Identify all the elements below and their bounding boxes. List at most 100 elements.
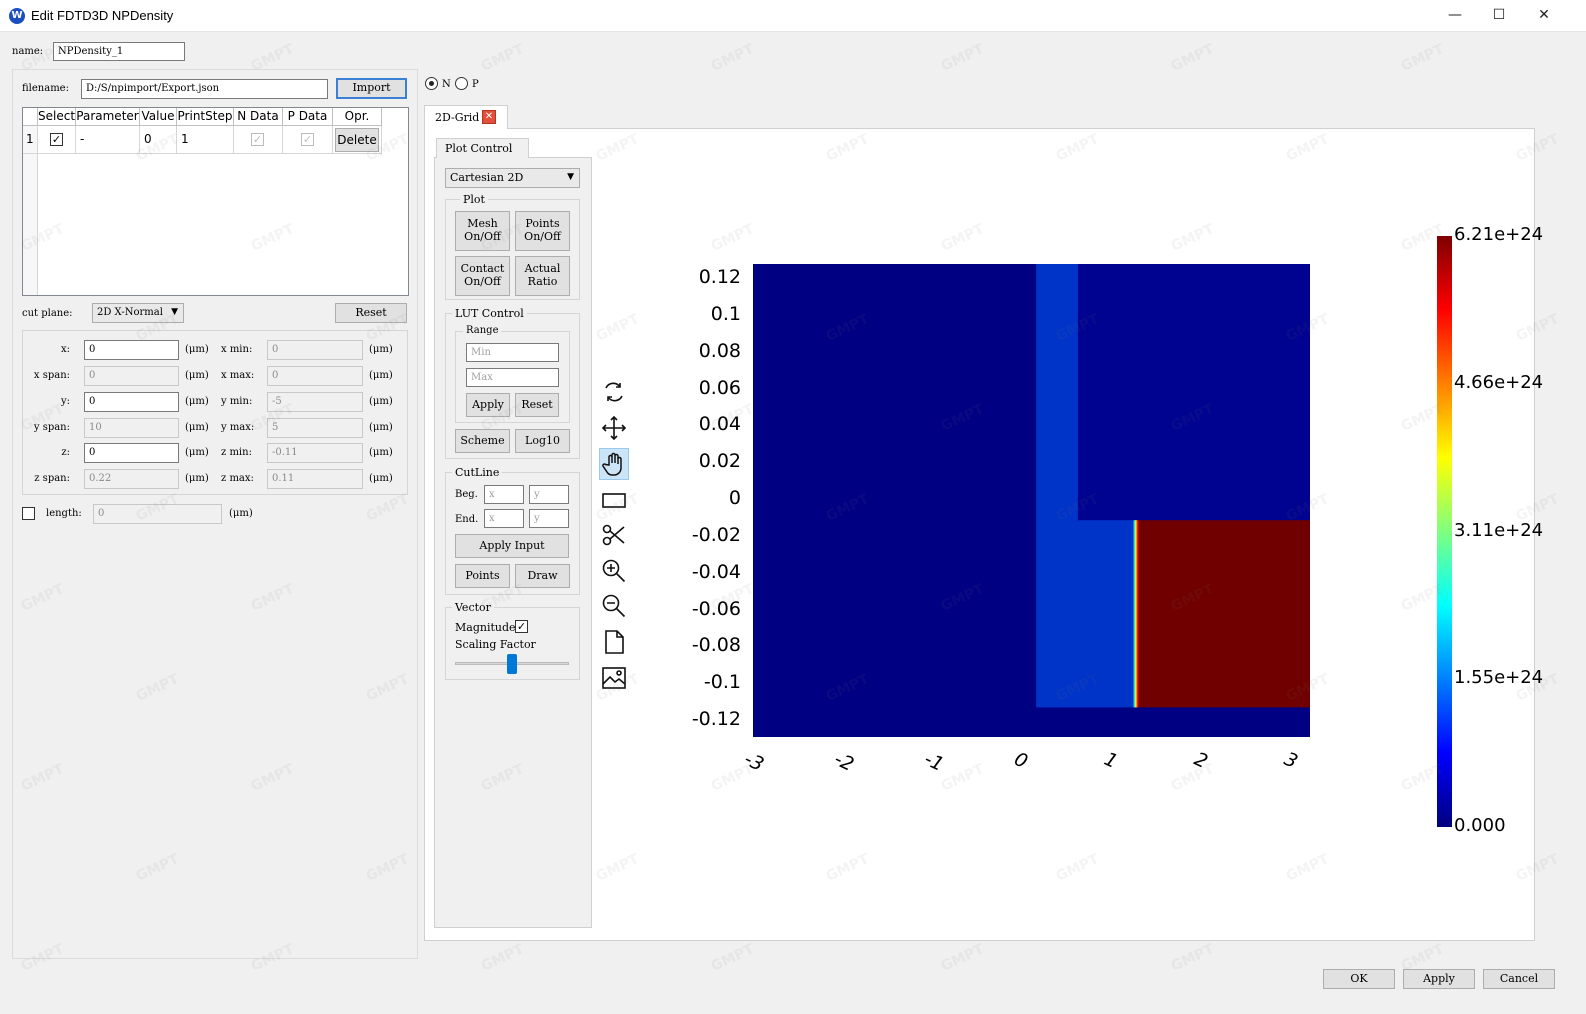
mesh-toggle-button[interactable]: Mesh On/Off — [455, 211, 510, 251]
cutline-title: CutLine — [452, 466, 503, 479]
length-checkbox[interactable] — [22, 507, 35, 520]
plot-mode-select[interactable]: Cartesian 2D ▼ — [445, 168, 580, 188]
colorbar-tick-label: 6.21e+24 — [1454, 224, 1544, 245]
pan-arrows-icon[interactable] — [599, 413, 629, 443]
beg-x-input[interactable]: x — [484, 485, 524, 504]
y-max-input: 5 — [267, 418, 363, 438]
lut-reset-button[interactable]: Reset — [515, 393, 559, 417]
contact-toggle-line1: Contact — [460, 262, 505, 275]
column-header[interactable]: Select — [38, 108, 76, 126]
cancel-button[interactable]: Cancel — [1483, 969, 1555, 989]
radio-p-label: P — [472, 79, 479, 90]
z-max-unit: (μm) — [369, 473, 393, 484]
zoom-in-icon[interactable] — [599, 556, 629, 586]
actual-ratio-button[interactable]: Actual Ratio — [515, 256, 570, 296]
points-toggle-line2: On/Off — [524, 230, 561, 243]
watermark-text: GMPT — [938, 941, 987, 975]
close-button[interactable]: ✕ — [1521, 0, 1567, 32]
y-tick-label: 0.1 — [710, 302, 741, 325]
end-x-input[interactable]: x — [484, 509, 524, 528]
points-toggle-button[interactable]: Points On/Off — [515, 211, 570, 251]
n-data-checkbox: ✓ — [251, 133, 264, 146]
y-label: y: — [60, 396, 70, 407]
rectangle-select-icon[interactable] — [599, 485, 629, 515]
column-header[interactable]: Parameter — [76, 108, 140, 126]
apply-button[interactable]: Apply — [1403, 969, 1475, 989]
p-data-cell: ✓ — [283, 126, 333, 154]
delete-button[interactable]: Delete — [335, 128, 379, 152]
x-span-unit: (μm) — [185, 370, 209, 381]
y-input[interactable]: 0 — [84, 392, 179, 412]
lut-apply-button[interactable]: Apply — [466, 393, 510, 417]
name-input[interactable]: NPDensity_1 — [53, 42, 185, 61]
points-toggle-line1: Points — [525, 217, 560, 230]
select-cell[interactable]: ✓ — [38, 126, 76, 154]
length-input: 0 — [93, 504, 222, 524]
y-min-unit: (μm) — [369, 396, 393, 407]
filename-input[interactable]: D:/S/npimport/Export.json — [81, 79, 328, 99]
magnitude-checkbox[interactable]: ✓ — [515, 620, 528, 633]
column-header[interactable]: N Data — [234, 108, 283, 126]
tab-plot-control[interactable]: Plot Control — [436, 138, 529, 158]
tab-2d-grid[interactable]: 2D-Grid ✕ — [424, 105, 508, 129]
page-icon[interactable] — [599, 627, 629, 657]
apply-input-button[interactable]: Apply Input — [455, 534, 569, 558]
contact-toggle-button[interactable]: Contact On/Off — [455, 256, 510, 296]
lut-min-input[interactable]: Min — [466, 343, 559, 362]
printstep-cell[interactable]: 1 — [177, 126, 234, 154]
scissors-icon[interactable] — [599, 520, 629, 550]
column-header[interactable]: P Data — [283, 108, 333, 126]
column-header[interactable]: Value — [140, 108, 177, 126]
x-min-input: 0 — [267, 340, 363, 360]
actual-ratio-line1: Actual — [524, 262, 561, 275]
select-checkbox[interactable]: ✓ — [50, 133, 63, 146]
vector-title: Vector — [452, 601, 494, 614]
mesh-toggle-line2: On/Off — [464, 230, 501, 243]
value-cell[interactable]: 0 — [140, 126, 177, 154]
z-span-input: 0.22 — [84, 469, 179, 489]
lut-max-input[interactable]: Max — [466, 368, 559, 387]
p-data-checkbox: ✓ — [301, 133, 314, 146]
zoom-out-icon[interactable] — [599, 591, 629, 621]
cut-plane-reset-button[interactable]: Reset — [335, 303, 407, 323]
z-input[interactable]: 0 — [84, 443, 179, 463]
hand-icon[interactable] — [599, 448, 629, 480]
z-span-unit: (μm) — [185, 473, 209, 484]
heatmap-region — [1077, 264, 1310, 521]
end-y-input[interactable]: y — [529, 509, 569, 528]
parameter-cell[interactable]: - — [76, 126, 140, 154]
ok-button[interactable]: OK — [1323, 969, 1395, 989]
contact-toggle-line2: On/Off — [464, 275, 501, 288]
save-image-icon[interactable] — [599, 663, 629, 693]
minimize-button[interactable]: — — [1432, 0, 1478, 32]
y-tick-label: 0 — [728, 487, 741, 509]
column-header[interactable]: Opr. — [333, 108, 382, 126]
x-min-unit: (μm) — [369, 344, 393, 355]
colorbar — [1437, 236, 1452, 827]
y-tick-label: 0.06 — [698, 376, 741, 399]
column-header[interactable]: PrintStep — [177, 108, 234, 126]
scaling-slider-thumb[interactable] — [507, 654, 517, 674]
radio-p[interactable] — [455, 77, 468, 90]
cutline-points-button[interactable]: Points — [455, 564, 510, 588]
actual-ratio-line2: Ratio — [527, 275, 558, 288]
z-min-label: z min: — [221, 447, 252, 458]
beg-y-input[interactable]: y — [529, 485, 569, 504]
parameter-table: Select Parameter Value PrintStep N Data … — [22, 107, 409, 296]
row-index: 1 — [23, 126, 38, 154]
import-button[interactable]: Import — [336, 78, 407, 99]
heatmap-plot[interactable] — [753, 264, 1310, 737]
scheme-button[interactable]: Scheme — [455, 429, 510, 453]
watermark-text: GMPT — [1398, 41, 1447, 75]
cut-plane-select[interactable]: 2D X-Normal ▼ — [92, 303, 184, 323]
rotate-icon[interactable] — [599, 377, 629, 407]
table-corner — [23, 108, 38, 126]
window-title: Edit FDTD3D NPDensity — [31, 8, 174, 23]
log10-button[interactable]: Log10 — [515, 429, 570, 453]
close-tab-icon[interactable]: ✕ — [482, 110, 496, 124]
draw-button[interactable]: Draw — [515, 564, 570, 588]
x-input[interactable]: 0 — [84, 340, 179, 360]
maximize-button[interactable]: ☐ — [1476, 0, 1522, 32]
radio-n[interactable] — [425, 77, 438, 90]
opr-cell: Delete — [333, 126, 382, 154]
